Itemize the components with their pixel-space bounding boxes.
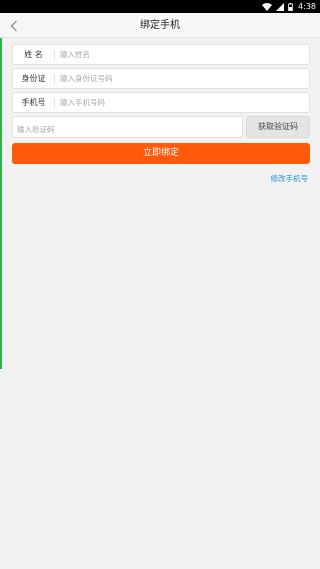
nav-bar: 绑定手机	[0, 13, 320, 38]
signal-icon	[276, 2, 285, 11]
name-label: 姓 名	[13, 49, 55, 60]
chevron-left-icon	[10, 17, 18, 36]
modify-phone-link[interactable]: 修改手机号	[271, 173, 309, 184]
verification-row: 获取验证码	[12, 116, 310, 140]
wifi-icon	[262, 2, 273, 11]
status-bar: 4:38	[0, 0, 320, 13]
verification-code-field	[12, 116, 243, 140]
page-title: 绑定手机	[140, 20, 180, 31]
id-card-label: 身份证	[13, 73, 55, 84]
bind-now-button[interactable]: 立即绑定	[12, 143, 310, 164]
phone-field: 手机号	[12, 92, 310, 113]
name-field: 姓 名	[12, 44, 310, 65]
get-code-button[interactable]: 获取验证码	[246, 116, 310, 138]
back-button[interactable]	[4, 16, 24, 36]
name-input[interactable]	[55, 45, 309, 64]
phone-input[interactable]	[55, 93, 309, 112]
verification-code-input[interactable]	[13, 119, 242, 140]
status-time: 4:38	[298, 2, 316, 11]
battery-icon	[288, 2, 293, 11]
id-card-input[interactable]	[55, 69, 309, 88]
id-card-field: 身份证	[12, 68, 310, 89]
edge-accent	[0, 38, 2, 369]
phone-label: 手机号	[13, 97, 55, 108]
